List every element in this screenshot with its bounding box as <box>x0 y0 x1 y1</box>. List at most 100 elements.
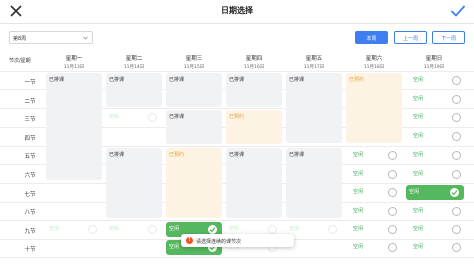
slot-status: 空闲 <box>409 189 420 195</box>
slot-status: 空闲 <box>353 208 364 214</box>
radio-circle <box>452 207 461 216</box>
day-header-fri: 星期五 11月17日 <box>284 54 344 70</box>
period-label: 五节 <box>24 154 36 160</box>
slot-free[interactable]: 空闲 <box>286 222 342 237</box>
radio-circle <box>388 243 397 252</box>
day-header-sat: 星期六 11月18日 <box>344 54 404 70</box>
slot-status: 空闲 <box>413 152 424 158</box>
radio-circle <box>148 113 157 122</box>
slot-status: 空闲 <box>353 171 364 177</box>
radio-circle <box>452 151 461 160</box>
radio-circle <box>88 225 97 234</box>
day-date: 11月13日 <box>63 65 85 70</box>
slot-occupied: 已排课 <box>106 73 162 107</box>
day-name: 星期五 <box>305 56 323 62</box>
check-icon <box>451 190 458 196</box>
slot-status: 空闲 <box>413 244 424 250</box>
day-name: 星期四 <box>245 56 263 62</box>
slot-reserved: 已预约 <box>166 148 222 218</box>
period-label: 一节 <box>24 80 36 86</box>
day-name: 星期六 <box>365 56 383 62</box>
slot-selected[interactable]: 空闲 <box>406 185 464 200</box>
corner-label: 节次/星期 <box>9 58 31 64</box>
slot-free[interactable]: 空闲 <box>410 204 466 219</box>
slot-status: 空闲 <box>49 226 60 232</box>
radio-circle <box>452 225 461 234</box>
slot-free[interactable]: 空闲 <box>350 185 402 200</box>
radio-circle <box>452 243 461 252</box>
slot-status: 空闲 <box>413 77 424 83</box>
slot-status: 空闲 <box>353 244 364 250</box>
slot-free[interactable]: 空闲 <box>106 222 162 237</box>
slot-free[interactable]: 空闲 <box>350 167 402 182</box>
period-label: 十节 <box>24 247 36 253</box>
day-name: 星期一 <box>65 56 83 62</box>
slot-status: 空闲 <box>413 114 424 120</box>
period-label: 二节 <box>24 99 36 105</box>
period-label: 九节 <box>24 229 36 235</box>
next-week-button[interactable]: 下一周 <box>432 31 465 44</box>
slot-free[interactable]: 空闲 <box>410 129 466 144</box>
radio-circle <box>452 95 461 104</box>
period-label: 三节 <box>24 117 36 123</box>
period-label: 八节 <box>24 210 36 216</box>
slot-status: 已预约 <box>229 114 245 120</box>
day-date: 11月16日 <box>243 65 265 70</box>
radio-circle <box>388 207 397 216</box>
radio-circle <box>452 76 461 85</box>
slot-free[interactable]: 空闲 <box>410 92 466 107</box>
slot-status: 空闲 <box>289 226 300 232</box>
day-date: 11月19日 <box>423 65 445 70</box>
radio-circle <box>328 225 337 234</box>
title-bar: 日期选择 <box>0 0 474 24</box>
slot-free[interactable]: 空闲 <box>350 240 402 255</box>
day-name: 星期二 <box>125 56 143 62</box>
slot-status: 空闲 <box>109 114 120 120</box>
this-week-button[interactable]: 本周 <box>355 31 388 44</box>
slot-free[interactable]: 空闲 <box>410 167 466 182</box>
warning-icon: ! <box>186 237 193 244</box>
slot-status: 已排课 <box>109 152 125 158</box>
day-name: 星期三 <box>185 56 203 62</box>
day-header-sun: 星期日 11月19日 <box>404 54 464 70</box>
week-select[interactable]: 第8周 <box>9 31 93 44</box>
day-header-wed: 星期三 11月15日 <box>164 54 224 70</box>
page-title: 日期选择 <box>221 6 253 15</box>
slot-occupied: 已排课 <box>226 73 282 107</box>
check-icon[interactable] <box>450 4 466 18</box>
slot-free[interactable]: 空闲 <box>106 110 162 125</box>
radio-circle <box>452 132 461 141</box>
day-date: 11月18日 <box>363 65 385 70</box>
slot-free[interactable]: 空闲 <box>350 222 402 237</box>
day-date: 11月15日 <box>183 65 205 70</box>
slot-free[interactable]: 空闲 <box>350 204 402 219</box>
slot-occupied: 已排课 <box>166 110 222 144</box>
period-label: 四节 <box>24 136 36 142</box>
slot-free[interactable]: 空闲 <box>410 222 466 237</box>
slot-free[interactable]: 空闲 <box>350 148 402 163</box>
radio-circle <box>388 170 397 179</box>
slot-status: 已预约 <box>349 77 365 83</box>
slot-status: 已预约 <box>169 152 185 158</box>
slot-status: 空闲 <box>353 152 364 158</box>
slot-occupied: 已排课 <box>46 73 102 180</box>
chevron-down-icon <box>83 36 88 40</box>
day-name: 星期日 <box>425 56 443 62</box>
slot-status: 空闲 <box>169 226 180 232</box>
slot-status: 已排课 <box>289 77 305 83</box>
check-icon <box>209 227 216 233</box>
slot-status: 已排课 <box>169 77 185 83</box>
slot-status: 已排课 <box>169 114 185 120</box>
week-select-value: 第8周 <box>13 36 27 42</box>
radio-checked <box>208 225 217 234</box>
radio-circle <box>452 170 461 179</box>
slot-occupied: 已排课 <box>286 73 342 143</box>
slot-free[interactable]: 空闲 <box>410 240 466 255</box>
slot-free[interactable]: 空闲 <box>46 222 102 237</box>
slot-free[interactable]: 空闲 <box>410 73 466 88</box>
slot-free[interactable]: 空闲 <box>410 148 466 163</box>
prev-week-button[interactable]: 上一周 <box>394 31 427 44</box>
radio-checked <box>450 188 459 197</box>
slot-occupied: 已排课 <box>286 148 342 218</box>
slot-free[interactable]: 空闲 <box>410 110 466 125</box>
